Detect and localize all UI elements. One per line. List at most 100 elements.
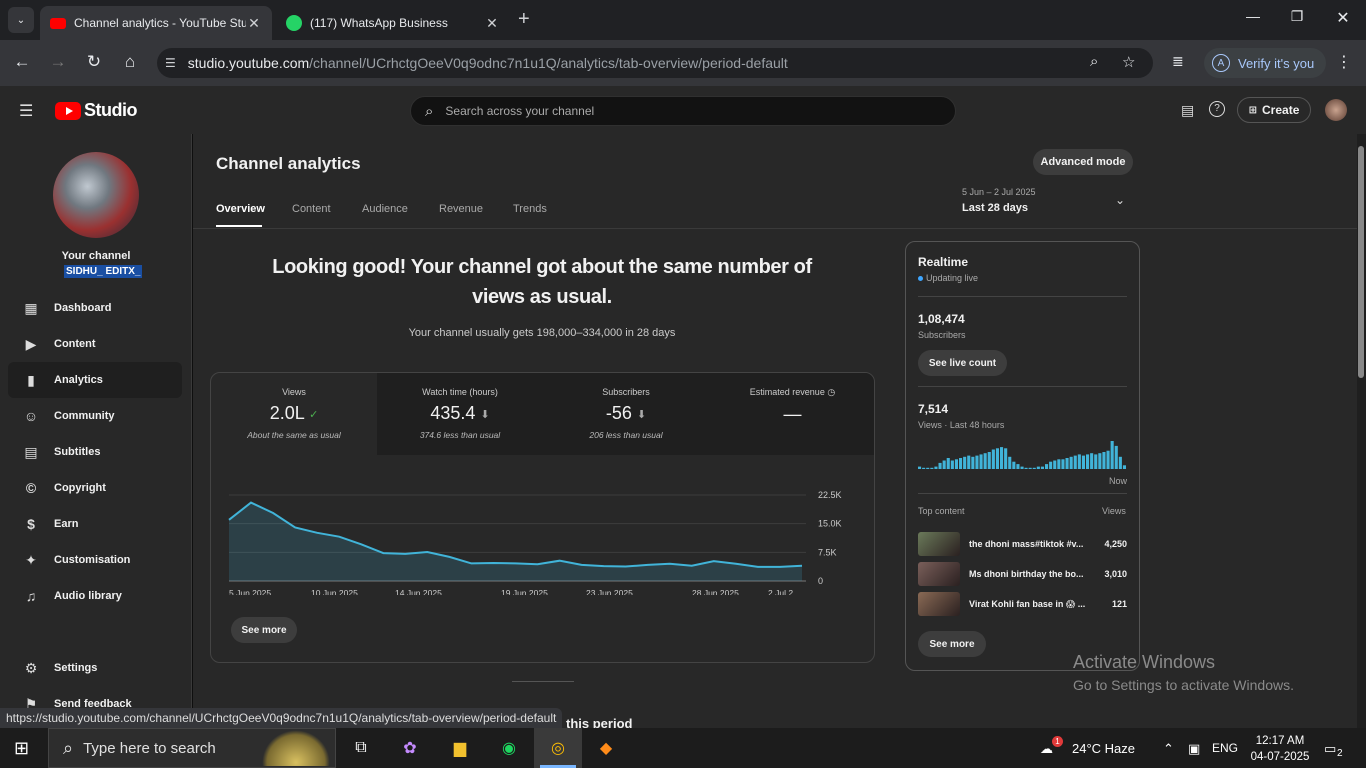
browser-tab-youtube-studio[interactable]: Channel analytics - YouTube Studio ✕ [40,6,272,40]
reload-icon[interactable]: ↻ [82,52,106,72]
realtime-bar[interactable] [1114,445,1118,469]
realtime-bar[interactable] [1086,454,1090,469]
notification-center-icon[interactable]: ▭ [1324,741,1336,757]
network-icon[interactable]: ▣ [1188,741,1200,757]
copilot-icon[interactable]: ✿ [398,736,422,760]
tab-revenue[interactable]: Revenue [439,203,483,215]
channel-avatar[interactable] [53,152,139,238]
realtime-bar[interactable] [1110,441,1114,469]
realtime-bar[interactable] [1024,467,1028,469]
media-control-icon[interactable]: ≣ [1172,53,1184,70]
sidebar-item-audio-library[interactable]: ♫ Audio library [8,578,182,614]
new-tab-plus-icon[interactable]: + [518,8,530,31]
task-view-icon[interactable]: ⧉ [349,736,373,760]
realtime-bar[interactable] [934,466,938,469]
sidebar-item-content[interactable]: ▶ Content [8,326,182,362]
windows-start-icon[interactable]: ⊞ [14,738,29,759]
see-live-count-button[interactable]: See live count [918,350,1007,376]
language-indicator[interactable]: ENG [1212,741,1238,755]
realtime-bar[interactable] [1016,464,1020,469]
realtime-bar[interactable] [946,458,950,469]
realtime-bar[interactable] [1036,466,1040,469]
realtime-bar[interactable] [1004,448,1008,469]
sidebar-item-analytics[interactable]: ▮ Analytics [8,362,182,398]
realtime-bar[interactable] [959,458,963,469]
realtime-bar[interactable] [1090,453,1094,469]
realtime-bar[interactable] [922,467,926,469]
back-arrow-icon[interactable]: ← [10,52,34,72]
realtime-bar[interactable] [1098,453,1102,469]
realtime-bar[interactable] [1008,456,1012,469]
realtime-see-more-button[interactable]: See more [918,631,986,657]
sidebar-item-dashboard[interactable]: ▦ Dashboard [8,290,182,326]
account-avatar[interactable] [1325,99,1347,121]
chrome-icon[interactable]: ◎ [546,736,570,760]
window-close-icon[interactable]: ✕ [1320,8,1366,28]
sidebar-item-settings[interactable]: ⚙ Settings [8,650,182,686]
see-more-button[interactable]: See more [231,617,297,643]
browser-menu-icon[interactable]: ⋮ [1336,52,1352,72]
views-area-chart[interactable]: 22.5K 15.0K 7.5K 0 5 Jun 2025 10 Jun 2025 14 J… [211,455,874,595]
realtime-bar[interactable] [930,467,934,469]
file-explorer-icon[interactable]: ▆ [448,736,472,760]
realtime-bar[interactable] [1012,461,1016,469]
channel-search-input[interactable]: ⌕ Search across your channel [410,96,956,126]
top-content-row[interactable]: Virat Kohli fan base in 😱 ... 121 [918,592,1127,616]
bookmark-star-icon[interactable]: ☆ [1122,53,1135,71]
realtime-bar[interactable] [1106,450,1110,469]
sidebar-item-customisation[interactable]: ✦ Customisation [8,542,182,578]
site-info-icon[interactable]: ☰ [165,56,176,70]
help-icon[interactable]: ? [1209,101,1225,117]
browser-tab-whatsapp[interactable]: (117) WhatsApp Business ✕ [276,6,510,40]
top-content-row[interactable]: the dhoni mass#tiktok #v... 4,250 [918,532,1127,556]
realtime-bar[interactable] [963,456,967,469]
metric-estimated-revenue[interactable]: Estimated revenue ◷ — [709,373,874,455]
realtime-bar[interactable] [975,455,979,469]
realtime-bar[interactable] [987,452,991,469]
feedback-icon[interactable]: ▤ [1181,102,1194,119]
realtime-bar[interactable] [1077,454,1081,469]
show-hidden-icons-icon[interactable]: ⌃ [1163,741,1174,757]
realtime-bar[interactable] [1073,455,1077,469]
metric-watch-time[interactable]: Watch time (hours) 435.4 ⬇ 374.6 less th… [377,373,543,455]
realtime-bar[interactable] [1053,460,1057,470]
realtime-bar[interactable] [1040,466,1044,469]
chevron-down-icon[interactable]: ⌄ [1115,193,1125,207]
restore-icon[interactable]: ❐ [1274,8,1320,25]
tab-trends[interactable]: Trends [513,203,547,215]
sidebar-item-subtitles[interactable]: ▤ Subtitles [8,434,182,470]
metric-subscribers[interactable]: Subscribers -56 ⬇ 206 less than usual [543,373,709,455]
realtime-bar[interactable] [942,460,946,470]
realtime-bar[interactable] [1057,459,1061,469]
realtime-bar[interactable] [1118,456,1122,469]
spotify-icon[interactable]: ◉ [497,736,521,760]
advanced-mode-button[interactable]: Advanced mode [1033,149,1133,175]
fl-studio-icon[interactable]: ◆ [594,736,618,760]
realtime-bar[interactable] [967,455,971,469]
realtime-bar[interactable] [979,454,983,469]
realtime-bar[interactable] [1032,467,1036,469]
close-icon[interactable]: ✕ [484,15,500,32]
realtime-bar[interactable] [938,462,942,469]
sidebar-item-community[interactable]: ☺ Community [8,398,182,434]
realtime-bar[interactable] [991,449,995,470]
realtime-bar[interactable] [1065,458,1069,469]
minimize-icon[interactable]: — [1230,8,1276,24]
tab-overview[interactable]: Overview [216,203,265,215]
realtime-bar[interactable] [1061,459,1065,469]
realtime-bar[interactable] [1045,464,1049,469]
realtime-bar[interactable] [1020,466,1024,469]
realtime-bar[interactable] [971,456,975,469]
realtime-bar[interactable] [950,460,954,470]
realtime-bar[interactable] [926,467,930,469]
create-button[interactable]: ⊞ Create [1237,97,1311,123]
realtime-bar[interactable] [1069,456,1073,469]
realtime-bar[interactable] [1081,455,1085,469]
realtime-bar[interactable] [1000,447,1004,469]
tab-audience[interactable]: Audience [362,203,408,215]
hamburger-menu-icon[interactable]: ☰ [19,101,33,121]
weather-text[interactable]: 24°C Haze [1072,741,1135,756]
realtime-bar[interactable] [983,453,987,469]
period-range[interactable]: 5 Jun – 2 Jul 2025 [962,187,1036,197]
forward-arrow-icon[interactable]: → [46,52,70,72]
